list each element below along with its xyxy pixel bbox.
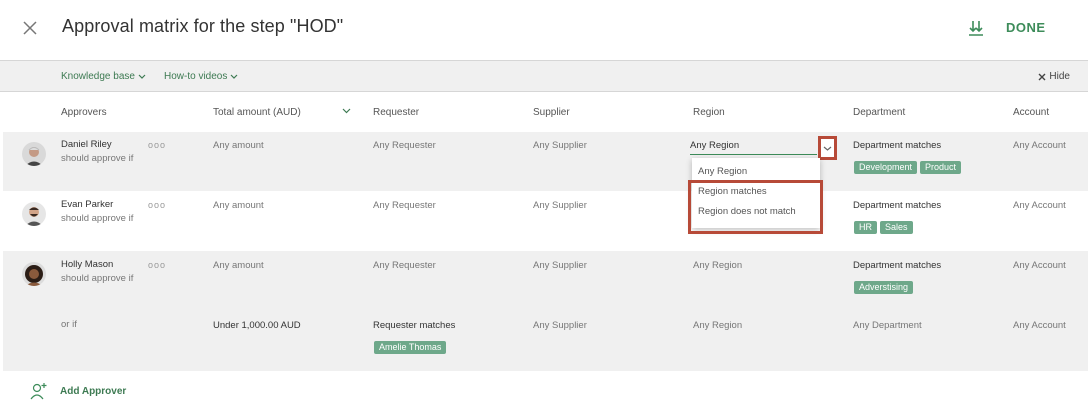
chevron-down-icon	[138, 74, 146, 79]
department-cell[interactable]: Department matches	[853, 140, 941, 151]
approver-condition: should approve if	[61, 153, 134, 164]
amount-cell[interactable]: Any amount	[213, 200, 264, 211]
amount-cell[interactable]: Any amount	[213, 140, 264, 151]
column-header-requester: Requester	[373, 107, 420, 118]
department-tag: Development	[854, 161, 918, 174]
requester-cell[interactable]: Any Requester	[373, 260, 436, 271]
table-row: or if Under 1,000.00 AUD Requester match…	[3, 311, 1088, 371]
approver-name: Daniel Riley	[61, 139, 112, 150]
supplier-cell[interactable]: Any Supplier	[533, 140, 587, 151]
department-tag: HR	[854, 221, 877, 234]
department-cell[interactable]: Department matches	[853, 200, 941, 211]
supplier-cell[interactable]: Any Supplier	[533, 260, 587, 271]
approver-condition: should approve if	[61, 273, 134, 284]
column-header-supplier: Supplier	[533, 107, 570, 118]
add-user-icon	[30, 383, 47, 400]
column-header-approvers: Approvers	[61, 107, 107, 118]
approver-name: Holly Mason	[61, 259, 114, 270]
sort-icon[interactable]	[966, 18, 986, 38]
requester-cell[interactable]: Any Requester	[373, 200, 436, 211]
avatar	[22, 142, 46, 166]
supplier-cell[interactable]: Any Supplier	[533, 200, 587, 211]
approver-name: Evan Parker	[61, 199, 114, 210]
department-tag: Product	[920, 161, 962, 174]
requester-tag: Amelie Thomas	[374, 341, 447, 354]
knowledge-base-label: Knowledge base	[61, 71, 135, 82]
more-options-icon[interactable]: ooo	[148, 140, 166, 150]
close-icon[interactable]	[18, 16, 42, 40]
close-icon	[1038, 73, 1046, 80]
avatar	[22, 262, 46, 286]
howto-videos-link[interactable]: How-to videos	[164, 71, 238, 82]
knowledge-base-link[interactable]: Knowledge base	[61, 71, 146, 82]
department-cell[interactable]: Any Department	[853, 320, 922, 331]
add-approver-button[interactable]: Add Approver	[29, 382, 126, 401]
requester-tags: Amelie Thomas	[374, 337, 449, 355]
table-row: Evan Parker should approve if ooo Any am…	[3, 191, 1088, 251]
department-tag: Sales	[880, 221, 913, 234]
done-button[interactable]: DONE	[1006, 20, 1046, 35]
table-row: Holly Mason should approve if ooo Any am…	[3, 251, 1088, 311]
region-select[interactable]: Any Region	[690, 140, 817, 155]
department-tags: Development Product	[854, 157, 964, 175]
requester-cell[interactable]: Any Requester	[373, 140, 436, 151]
header: Approval matrix for the step "HOD" DONE	[0, 0, 1088, 60]
region-cell[interactable]: Any Region	[693, 320, 742, 331]
account-cell[interactable]: Any Account	[1013, 260, 1066, 271]
department-cell[interactable]: Department matches	[853, 260, 941, 271]
howto-videos-label: How-to videos	[164, 71, 228, 82]
chevron-down-icon	[823, 146, 832, 151]
highlight-box	[688, 180, 823, 234]
approver-condition: should approve if	[61, 213, 134, 224]
column-header-total-amount[interactable]: Total amount (AUD)	[213, 107, 301, 118]
more-options-icon[interactable]: ooo	[148, 200, 166, 210]
more-options-icon[interactable]: ooo	[148, 260, 166, 270]
table-row: Daniel Riley should approve if ooo Any a…	[3, 132, 1088, 191]
avatar	[22, 202, 46, 226]
help-bar: Knowledge base How-to videos Hide	[0, 60, 1088, 92]
amount-cell[interactable]: Under 1,000.00 AUD	[213, 320, 301, 331]
region-dropdown-button[interactable]	[818, 136, 837, 160]
amount-cell[interactable]: Any amount	[213, 260, 264, 271]
column-header-account: Account	[1013, 107, 1050, 118]
region-option-any[interactable]: Any Region	[698, 166, 747, 177]
page-title: Approval matrix for the step "HOD"	[62, 16, 344, 36]
region-cell[interactable]: Any Region	[693, 260, 742, 271]
add-approver-label: Add Approver	[60, 386, 127, 397]
department-tag: Adverstising	[854, 281, 914, 294]
column-header-department: Department	[853, 107, 906, 118]
chevron-down-icon	[230, 74, 238, 79]
account-cell[interactable]: Any Account	[1013, 320, 1066, 331]
supplier-cell[interactable]: Any Supplier	[533, 320, 587, 331]
account-cell[interactable]: Any Account	[1013, 140, 1066, 151]
requester-cell[interactable]: Requester matches	[373, 320, 455, 331]
chevron-down-icon[interactable]	[342, 108, 351, 114]
department-tags: HR Sales	[854, 217, 916, 235]
account-cell[interactable]: Any Account	[1013, 200, 1066, 211]
hide-label: Hide	[1049, 71, 1070, 82]
hide-button[interactable]: Hide	[1038, 71, 1070, 82]
column-header-region: Region	[693, 107, 725, 118]
department-tags: Adverstising	[854, 277, 916, 295]
approver-condition: or if	[61, 319, 77, 330]
